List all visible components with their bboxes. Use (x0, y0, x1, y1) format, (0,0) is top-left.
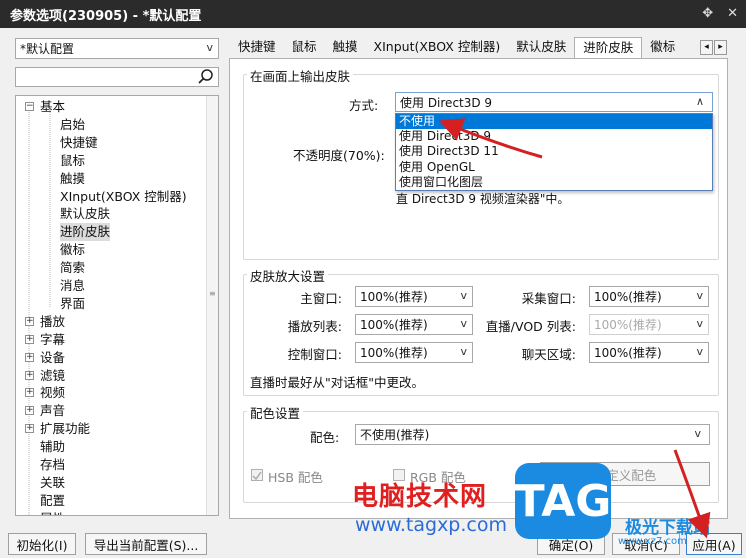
arrow-to-apply (673, 449, 711, 539)
arrow-to-option (438, 118, 543, 159)
annotation-arrows (438, 118, 711, 539)
